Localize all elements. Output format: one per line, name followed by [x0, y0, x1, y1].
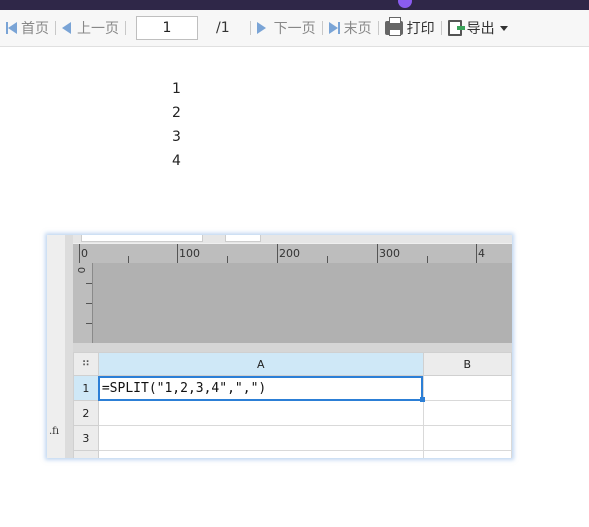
designer-canvas[interactable] — [92, 263, 512, 343]
horizontal-ruler: 0 100 200 300 4 — [73, 244, 512, 264]
chevron-down-icon — [499, 25, 508, 31]
ruler-tick — [277, 244, 278, 263]
size-select[interactable] — [225, 235, 261, 242]
app-badge-icon — [398, 0, 412, 8]
ruler-tick — [476, 244, 477, 263]
designer-toolbar — [73, 235, 512, 243]
next-page-icon — [256, 22, 266, 34]
column-header-a[interactable]: A — [97, 352, 424, 376]
row-header-3[interactable]: 3 — [73, 425, 99, 451]
page-total: /1 — [216, 20, 230, 36]
prev-page-icon — [62, 22, 71, 34]
toolbar-divider — [440, 21, 442, 35]
cell-a1-formula: =SPLIT("1,2,3,4",",") — [101, 380, 267, 396]
ruler-tick — [79, 244, 80, 263]
report-value: 3 — [172, 129, 181, 145]
cell-a2[interactable] — [97, 400, 424, 426]
cell-a3[interactable] — [97, 425, 424, 451]
ruler-tick — [227, 256, 228, 263]
cell-b4[interactable] — [422, 450, 512, 458]
toolbar-divider — [321, 21, 323, 35]
toolbar-divider — [55, 21, 56, 35]
first-page-icon — [8, 22, 17, 34]
ruler-label: 0 — [81, 247, 88, 260]
next-page-button[interactable]: 下一页 — [256, 10, 316, 46]
last-bar-icon — [337, 22, 340, 34]
ruler-tick — [128, 256, 129, 263]
designer-screenshot: .fı 0 100 200 300 4 0 ∷ A B 1 =SPLIT("1,… — [47, 235, 512, 458]
prev-page-button[interactable]: 上一页 — [62, 10, 119, 46]
ruler-label: 4 — [478, 247, 485, 260]
page-number-input[interactable] — [136, 16, 198, 40]
row-header-1[interactable]: 1 — [73, 375, 99, 401]
first-page-button[interactable]: 首页 — [6, 10, 49, 46]
row-header-2[interactable]: 2 — [73, 400, 99, 426]
cell-a1[interactable]: =SPLIT("1,2,3,4",",") — [97, 375, 425, 402]
prev-page-label: 上一页 — [77, 21, 119, 37]
font-select[interactable] — [81, 235, 203, 242]
report-toolbar: 首页 上一页 /1 下一页 末页 打印 导出 — [0, 10, 589, 47]
row-header-4[interactable]: 4 — [73, 450, 99, 458]
ruler-tick — [427, 256, 428, 263]
last-page-icon — [328, 22, 338, 34]
cell-b1[interactable] — [422, 375, 512, 401]
report-value: 1 — [172, 81, 181, 97]
first-page-label: 首页 — [21, 21, 49, 37]
pane-splitter[interactable] — [73, 343, 512, 352]
report-value: 4 — [172, 153, 181, 169]
select-all-corner[interactable]: ∷ — [73, 352, 99, 376]
toolbar-divider — [249, 21, 251, 35]
ruler-tick — [377, 244, 378, 263]
export-button[interactable]: 导出 — [447, 10, 508, 46]
report-output: 1 2 3 4 — [172, 79, 181, 175]
cell-a4[interactable] — [97, 450, 424, 458]
ruler-tick — [327, 256, 328, 263]
column-header-b[interactable]: B — [422, 352, 512, 376]
window-top-strip — [0, 0, 589, 10]
last-page-label: 末页 — [343, 21, 372, 37]
toolbar-divider — [377, 21, 379, 35]
ruler-label: 300 — [379, 247, 400, 260]
print-label: 打印 — [406, 21, 435, 37]
ruler-label: 100 — [179, 247, 200, 260]
export-label: 导出 — [466, 21, 495, 37]
printer-icon — [384, 17, 403, 36]
vertical-ruler: 0 — [73, 263, 92, 343]
report-value: 2 — [172, 105, 181, 121]
export-icon — [447, 20, 465, 36]
cell-grid: ∷ A B 1 =SPLIT("1,2,3,4",",") 2 3 4 — [73, 352, 512, 458]
ruler-label: 0 — [75, 267, 86, 274]
print-button[interactable]: 打印 — [384, 10, 435, 46]
side-label: .fı — [49, 426, 60, 437]
cell-b3[interactable] — [422, 425, 512, 451]
next-page-label: 下一页 — [273, 21, 316, 37]
ruler-label: 200 — [279, 247, 300, 260]
designer-side-panel: .fı — [47, 235, 65, 458]
fill-handle[interactable] — [419, 397, 425, 402]
designer-gutter — [65, 235, 73, 458]
last-page-button[interactable]: 末页 — [328, 10, 372, 46]
cell-b2[interactable] — [422, 400, 512, 426]
toolbar-divider — [125, 21, 126, 35]
ruler-tick — [177, 244, 178, 263]
